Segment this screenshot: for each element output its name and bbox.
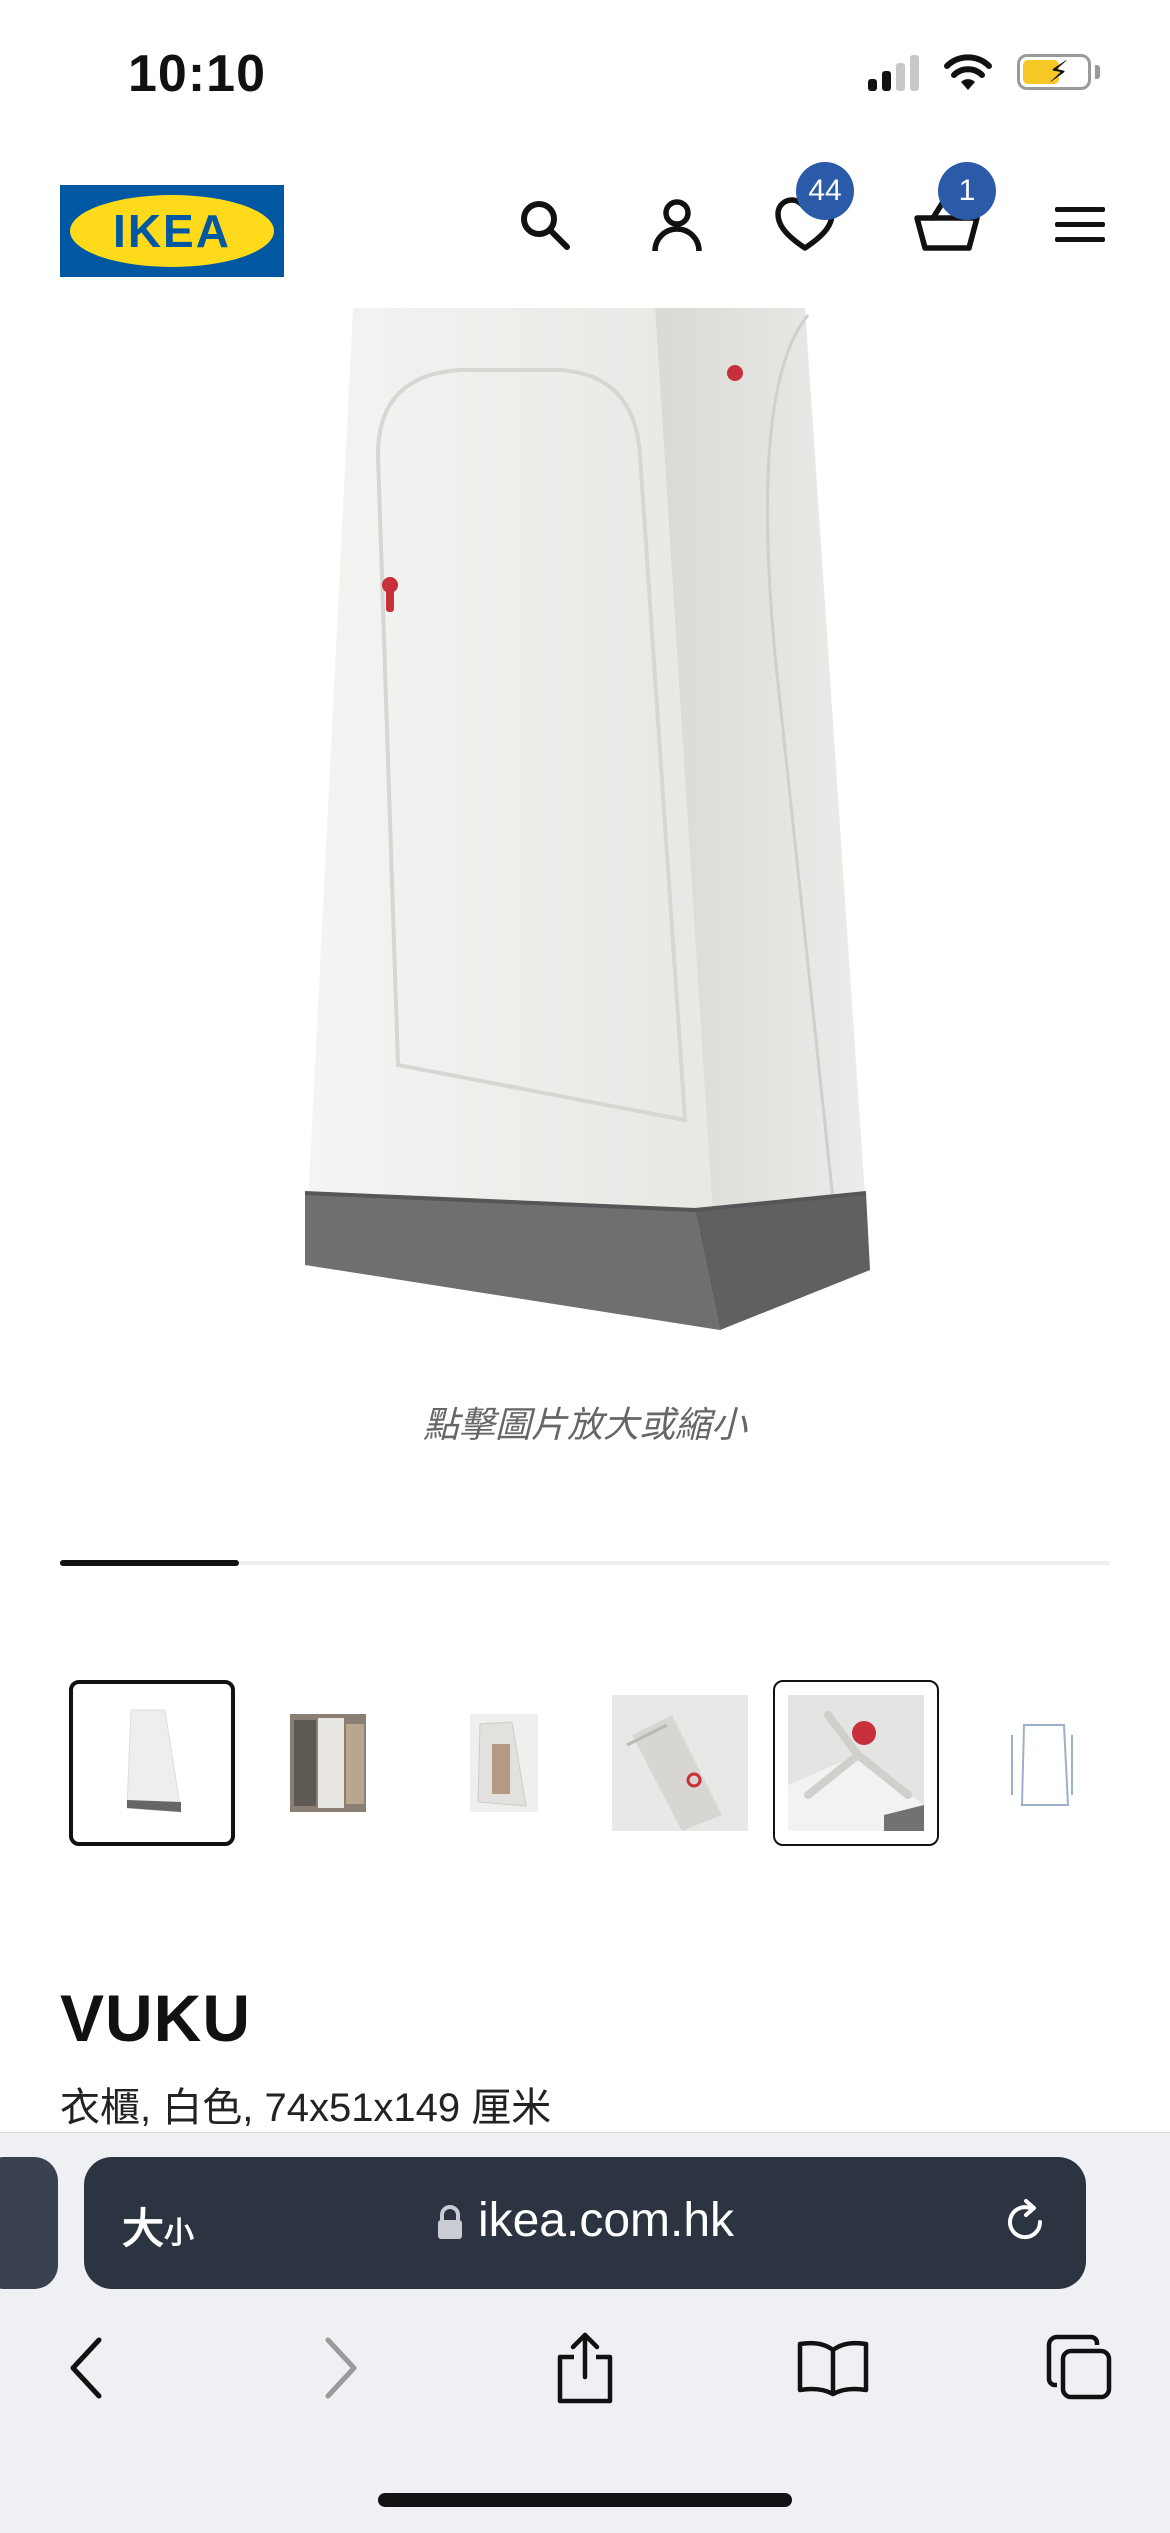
zoom-hint: 點擊圖片放大或縮小 (422, 1404, 747, 1445)
search-icon (521, 201, 570, 250)
chevron-right-icon (325, 2337, 357, 2399)
reload-icon[interactable] (1000, 2197, 1050, 2247)
wifi-icon (944, 54, 992, 90)
address-bar[interactable]: 大小 ikea.com.hk (84, 2157, 1086, 2289)
status-time: 10:10 (128, 45, 266, 103)
battery-icon: ⚡ (1017, 54, 1091, 90)
chevron-left-icon (70, 2337, 102, 2399)
cart-button[interactable]: 1 (912, 162, 996, 260)
status-icons: ⚡ (868, 52, 1100, 92)
back-button[interactable] (42, 2323, 132, 2413)
share-icon (557, 2332, 613, 2404)
thumbnail-3[interactable] (421, 1680, 587, 1846)
menu-button[interactable] (1045, 190, 1115, 260)
user-icon (652, 199, 702, 252)
share-button[interactable] (540, 2323, 630, 2413)
home-indicator (378, 2493, 792, 2507)
gallery-progress-fill (60, 1560, 239, 1566)
previous-tab-preview[interactable] (0, 2157, 58, 2289)
search-button[interactable] (510, 190, 580, 260)
gallery-progress-track (60, 1560, 1110, 1566)
hamburger-menu-icon (1055, 207, 1105, 242)
product-main-image[interactable] (230, 305, 950, 1335)
wishlist-button[interactable]: 44 (770, 162, 854, 260)
lock-icon (437, 2205, 462, 2240)
cart-count-badge: 1 (938, 162, 996, 220)
tabs-icon (1046, 2334, 1112, 2400)
browser-toolbar: 大小 ikea.com.hk (0, 2132, 1170, 2533)
logo-oval: IKEA (70, 195, 274, 267)
ikea-logo[interactable]: IKEA (60, 185, 284, 277)
wishlist-count-badge: 44 (796, 162, 854, 220)
book-icon (797, 2340, 869, 2397)
battery-tip (1095, 65, 1100, 79)
thumbnail-6[interactable] (949, 1680, 1110, 1846)
bookmarks-button[interactable] (788, 2323, 878, 2413)
thumbnail-1[interactable] (69, 1680, 235, 1846)
forward-button[interactable] (295, 2323, 385, 2413)
tabs-button[interactable] (1035, 2323, 1125, 2413)
status-bar: 10:10 ⚡ (0, 0, 1170, 150)
thumbnail-2[interactable] (245, 1680, 411, 1846)
account-button[interactable] (642, 190, 712, 260)
thumbnail-5[interactable] (773, 1680, 939, 1846)
cellular-signal-icon (868, 53, 919, 91)
logo-text: IKEA (113, 205, 231, 257)
thumbnail-strip[interactable] (60, 1680, 1110, 1856)
product-description: 衣櫃, 白色, 74x51x149 厘米 (60, 2086, 552, 2130)
site-header: IKEA 44 1 (0, 150, 1170, 300)
url-display[interactable]: ikea.com.hk (84, 2193, 1086, 2248)
url-text: ikea.com.hk (477, 2194, 735, 2247)
thumbnail-4[interactable] (597, 1680, 763, 1846)
product-name: VUKU (60, 1981, 252, 2055)
